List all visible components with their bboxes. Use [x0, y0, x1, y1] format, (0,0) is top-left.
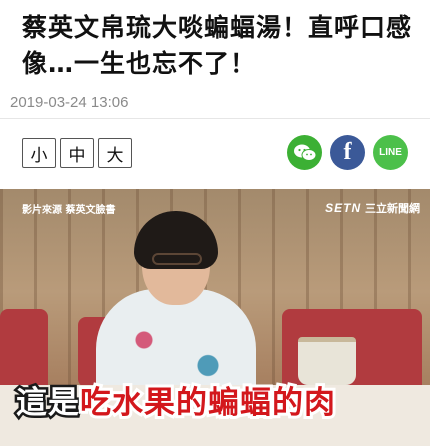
wechat-share-button[interactable]: [287, 135, 322, 170]
video-subtitle: 這是吃水果的蝙蝠的肉: [14, 377, 339, 424]
font-size-medium-button[interactable]: 中: [60, 138, 94, 168]
brand-logo-text: SETN: [325, 201, 362, 215]
video-player[interactable]: 影片來源 蔡英文臉書 SETN 三立新聞網 這是吃水果的蝙蝠的肉: [0, 189, 430, 446]
article-headline: 蔡英文帛琉大啖蝙蝠湯！直呼口感像…一生也忘不了！: [22, 13, 413, 78]
divider: [0, 118, 430, 119]
share-buttons: f LINE: [287, 135, 408, 170]
speaker-glasses: [152, 253, 202, 265]
line-share-button[interactable]: LINE: [373, 135, 408, 170]
facebook-share-button[interactable]: f: [330, 135, 365, 170]
line-icon: LINE: [379, 147, 402, 158]
setn-logo: SETN 三立新聞網: [325, 200, 420, 216]
font-size-large-button[interactable]: 大: [98, 138, 132, 168]
font-size-controls: 小 中 大: [22, 138, 132, 168]
brand-name: 三立新聞網: [365, 202, 420, 215]
wechat-icon: [293, 144, 316, 161]
font-size-small-button[interactable]: 小: [22, 138, 56, 168]
facebook-icon: f: [343, 139, 352, 165]
subtitle-red-text: 吃水果的蝙蝠的肉: [77, 382, 338, 424]
video-source-label: 影片來源 蔡英文臉書: [22, 205, 116, 216]
subtitle-white-text: 這是: [14, 383, 82, 424]
publish-timestamp: 2019-03-24 13:06: [10, 94, 129, 111]
